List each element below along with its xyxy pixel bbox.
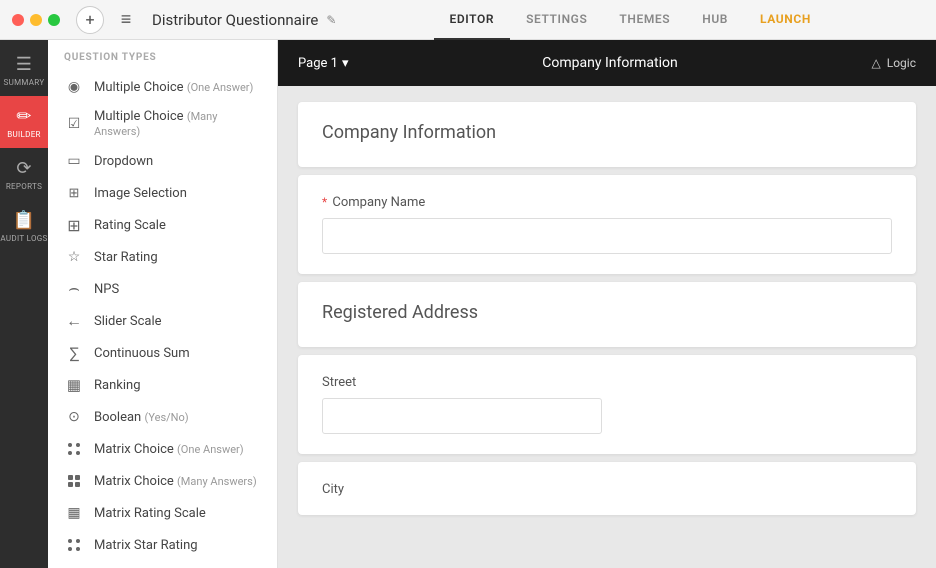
- qtype-multiple-choice-one[interactable]: ◉ Multiple Choice (One Answer): [48, 71, 277, 103]
- builder-icon: ✏: [16, 106, 31, 127]
- checkbox-icon: ☑: [64, 114, 84, 134]
- matrix-star-icon: [64, 535, 84, 555]
- top-nav: EDITOR SETTINGS THEMES HUB LAUNCH: [336, 0, 924, 40]
- qtype-multiple-choice-many[interactable]: ☑ Multiple Choice (Many Answers): [48, 103, 277, 145]
- image-icon: ⊞: [64, 183, 84, 203]
- tab-hub[interactable]: HUB: [686, 0, 744, 40]
- ranking-icon: ▦: [64, 375, 84, 395]
- question-company-name: * Company Name: [298, 175, 916, 274]
- qtype-nps[interactable]: ⌢ NPS: [48, 273, 277, 305]
- icon-sidebar: ☰ SUMMARY ✏ BUILDER ⟳ REPORTS 📋 AUDIT LO…: [0, 40, 48, 568]
- question-city: City: [298, 462, 916, 515]
- app-body: ☰ SUMMARY ✏ BUILDER ⟳ REPORTS 📋 AUDIT LO…: [0, 40, 936, 568]
- edit-title-icon[interactable]: ✎: [326, 13, 336, 27]
- qtype-matrix-choice-many[interactable]: Matrix Choice (Many Answers): [48, 465, 277, 497]
- section-company-info: Company Information: [298, 102, 916, 167]
- qtype-ranking[interactable]: ▦ Ranking: [48, 369, 277, 401]
- logic-button[interactable]: △ Logic: [872, 56, 916, 70]
- qtype-image-selection[interactable]: ⊞ Image Selection: [48, 177, 277, 209]
- editor-area: Page 1 ▾ Company Information △ Logic Com…: [278, 40, 936, 568]
- qtype-matrix-choice-one[interactable]: Matrix Choice (One Answer): [48, 433, 277, 465]
- title-bar: + ≡ Distributor Questionnaire ✎ EDITOR S…: [0, 0, 936, 40]
- sidebar-item-reports[interactable]: ⟳ REPORTS: [0, 148, 48, 200]
- sidebar-item-builder[interactable]: ✏ BUILDER: [0, 96, 48, 148]
- city-label: City: [322, 482, 892, 497]
- sidebar-item-audit-logs[interactable]: 📋 AUDIT LOGS: [0, 200, 48, 252]
- section-title-registered-address: Registered Address: [322, 302, 892, 323]
- section-title-company-info: Company Information: [322, 122, 892, 143]
- qtype-dropdown[interactable]: ▭ Dropdown: [48, 145, 277, 177]
- tab-settings[interactable]: SETTINGS: [510, 0, 603, 40]
- page-title: Company Information: [348, 55, 871, 71]
- sigma-icon: ∑: [64, 343, 84, 363]
- summary-icon: ☰: [16, 54, 32, 75]
- minimize-button[interactable]: [30, 14, 42, 26]
- tab-launch[interactable]: LAUNCH: [744, 0, 827, 40]
- street-input[interactable]: [322, 398, 602, 434]
- maximize-button[interactable]: [48, 14, 60, 26]
- street-label: Street: [322, 375, 892, 390]
- add-button[interactable]: +: [76, 6, 104, 34]
- qtype-matrix-rating-scale[interactable]: ▦ Matrix Rating Scale: [48, 497, 277, 529]
- document-title: Distributor Questionnaire ✎: [152, 11, 336, 29]
- tab-editor[interactable]: EDITOR: [434, 0, 511, 40]
- matrix-rating-icon: ▦: [64, 503, 84, 523]
- page-label: Page 1: [298, 56, 338, 71]
- page-header: Page 1 ▾ Company Information △ Logic: [278, 40, 936, 86]
- boolean-icon: ⊙: [64, 407, 84, 427]
- qtype-boolean[interactable]: ⊙ Boolean (Yes/No): [48, 401, 277, 433]
- company-name-input[interactable]: [322, 218, 892, 254]
- qtype-star-rating[interactable]: ☆ Star Rating: [48, 241, 277, 273]
- qtype-slider-scale[interactable]: ← Slider Scale: [48, 305, 277, 337]
- close-button[interactable]: [12, 14, 24, 26]
- slider-icon: ←: [64, 311, 84, 331]
- qtype-rating-scale[interactable]: ⊞ Rating Scale: [48, 209, 277, 241]
- tab-themes[interactable]: THEMES: [603, 0, 686, 40]
- audit-icon: 📋: [13, 210, 36, 231]
- star-icon: ☆: [64, 247, 84, 267]
- menu-button[interactable]: ≡: [112, 6, 140, 34]
- qtype-continuous-sum[interactable]: ∑ Continuous Sum: [48, 337, 277, 369]
- editor-content: Company Information * Company Name Regis…: [278, 86, 936, 539]
- qtype-matrix-star-rating[interactable]: Matrix Star Rating: [48, 529, 277, 561]
- required-star: *: [322, 195, 327, 209]
- company-name-label: * Company Name: [322, 195, 892, 210]
- question-types-panel: QUESTION TYPES ◉ Multiple Choice (One An…: [48, 40, 278, 568]
- panel-title: QUESTION TYPES: [48, 52, 277, 71]
- radio-icon: ◉: [64, 77, 84, 97]
- nps-icon: ⌢: [64, 279, 84, 299]
- page-selector[interactable]: Page 1 ▾: [298, 56, 348, 71]
- traffic-lights: [12, 14, 60, 26]
- reports-icon: ⟳: [16, 158, 31, 179]
- dropdown-icon: ▭: [64, 151, 84, 171]
- matrix-one-icon: [64, 439, 84, 459]
- rating-scale-icon: ⊞: [64, 215, 84, 235]
- matrix-many-icon: [64, 471, 84, 491]
- question-street: Street: [298, 355, 916, 454]
- section-registered-address: Registered Address: [298, 282, 916, 347]
- sidebar-item-summary[interactable]: ☰ SUMMARY: [0, 44, 48, 96]
- logic-icon: △: [872, 56, 881, 70]
